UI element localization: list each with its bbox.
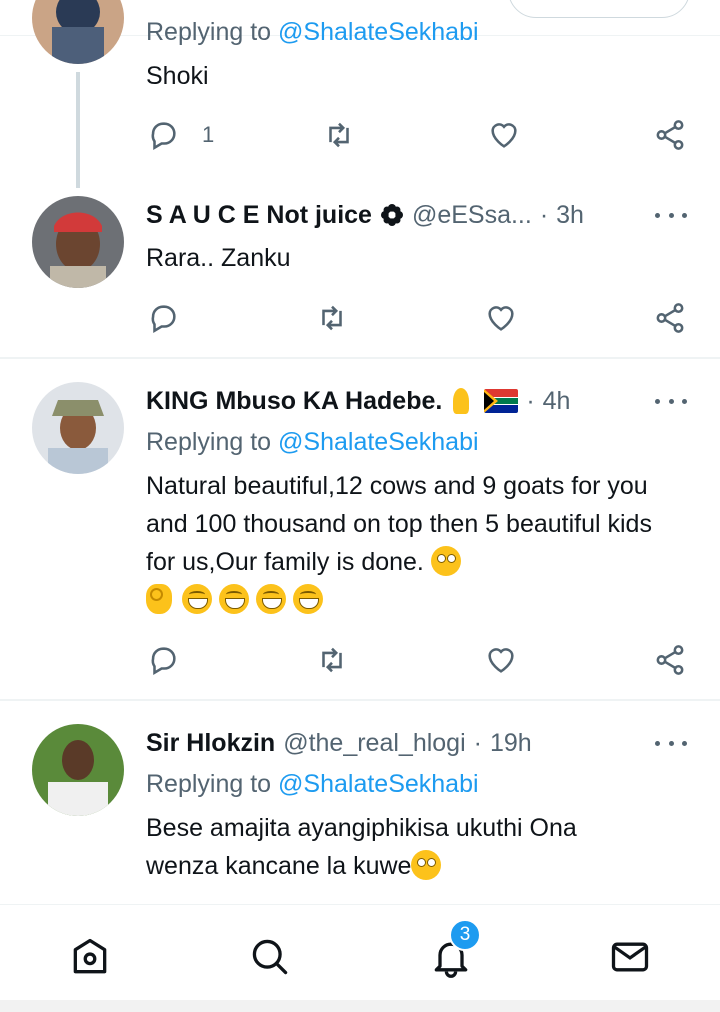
dot-separator: · <box>539 200 549 229</box>
display-name[interactable]: Sir Hlokzin <box>146 729 275 758</box>
reply-icon <box>151 647 176 676</box>
system-bar <box>0 1000 720 1012</box>
retweet-button[interactable] <box>322 118 356 152</box>
replying-to: Replying to @ShalateSekhabi <box>146 428 479 457</box>
retweet-button[interactable] <box>315 301 349 335</box>
replying-to-label: Replying to <box>146 770 272 798</box>
tweet-header: S A U C E Not juice @eESsa... · 3h <box>146 199 584 231</box>
heart-icon <box>488 648 514 673</box>
tweet-divider <box>0 699 720 701</box>
tweet-text-body: Bese amajita ayangiphikisa ukuthi Ona we… <box>146 814 577 880</box>
tweet-text-body: Natural beautiful,12 cows and 9 goats fo… <box>146 472 652 576</box>
retweet-button[interactable] <box>315 643 349 677</box>
grin-emoji <box>256 584 286 614</box>
folded-hands-emoji <box>446 386 476 416</box>
notification-count-badge: 3 <box>449 919 481 951</box>
retweet-icon <box>329 122 349 148</box>
like-button[interactable] <box>487 118 521 152</box>
more-options-icon[interactable] <box>655 391 687 411</box>
tweet-text: Rara.. Zanku <box>146 244 291 272</box>
heart-icon <box>491 123 517 148</box>
thread-line <box>76 72 80 188</box>
replying-to-label: Replying to <box>146 428 272 456</box>
grin-emoji <box>219 584 249 614</box>
replying-to-label: Replying to <box>146 18 272 46</box>
avatar[interactable] <box>32 382 124 474</box>
bottom-navigation <box>0 904 720 1001</box>
mention-link[interactable]: @ShalateSekhabi <box>278 18 479 46</box>
reply-icon <box>151 305 176 334</box>
tweet-header: Sir Hlokzin @the_real_hlogi · 19h <box>146 727 532 759</box>
home-icon[interactable] <box>68 935 112 979</box>
share-button[interactable] <box>653 301 687 335</box>
avatar[interactable] <box>32 0 124 64</box>
tweet-divider <box>0 357 720 359</box>
avatar[interactable] <box>32 196 124 288</box>
display-name[interactable]: S A U C E Not juice <box>146 201 372 230</box>
search-icon[interactable] <box>248 935 292 979</box>
south-africa-flag-icon <box>484 389 519 413</box>
grin-emoji <box>293 584 323 614</box>
timestamp[interactable]: 19h <box>490 729 532 758</box>
reply-button[interactable] <box>146 301 180 335</box>
tweet-header: KING Mbuso KA Hadebe. · 4h <box>146 385 570 417</box>
like-button[interactable] <box>484 301 518 335</box>
tweet-text: Bese amajita ayangiphikisa ukuthi Ona we… <box>146 809 646 885</box>
timestamp[interactable]: 3h <box>556 201 584 230</box>
ok-hand-emoji <box>146 584 172 614</box>
reply-button[interactable]: 1 <box>146 118 214 152</box>
eye-roll-emoji <box>411 850 442 880</box>
eye-roll-emoji <box>430 546 461 576</box>
replying-to: Replying to @ShalateSekhabi <box>146 770 479 799</box>
reply-count: 1 <box>202 122 215 147</box>
heart-icon <box>488 306 514 331</box>
mention-link[interactable]: @ShalateSekhabi <box>278 770 479 798</box>
replying-to: Replying to @ShalateSekhabi <box>146 18 479 47</box>
top-pill-button[interactable] <box>508 0 690 18</box>
share-icon <box>656 645 684 675</box>
dot-separator: · <box>473 728 482 757</box>
tweet-text: Natural beautiful,12 cows and 9 goats fo… <box>146 467 676 619</box>
more-options-icon[interactable] <box>655 205 687 225</box>
display-name[interactable]: KING Mbuso KA Hadebe. <box>146 387 442 416</box>
grin-emoji <box>182 584 212 614</box>
handle[interactable]: @eESsa... <box>412 201 532 230</box>
reply-icon <box>151 122 176 151</box>
share-button[interactable] <box>653 118 687 152</box>
more-options-icon[interactable] <box>655 733 687 753</box>
avatar[interactable] <box>32 724 124 816</box>
retweet-icon <box>322 305 342 331</box>
like-button[interactable] <box>484 643 518 677</box>
reply-button[interactable] <box>146 643 180 677</box>
share-button[interactable] <box>653 643 687 677</box>
timestamp[interactable]: 4h <box>543 387 571 416</box>
dot-separator: · <box>526 386 535 415</box>
tweet-text: Shoki <box>146 62 209 90</box>
handle[interactable]: @the_real_hlogi <box>283 729 465 758</box>
messages-icon[interactable] <box>608 935 652 979</box>
mention-link[interactable]: @ShalateSekhabi <box>278 428 479 456</box>
share-icon <box>656 303 684 333</box>
flower-badge-icon <box>380 204 403 226</box>
share-icon <box>656 120 684 150</box>
retweet-icon <box>322 647 342 673</box>
